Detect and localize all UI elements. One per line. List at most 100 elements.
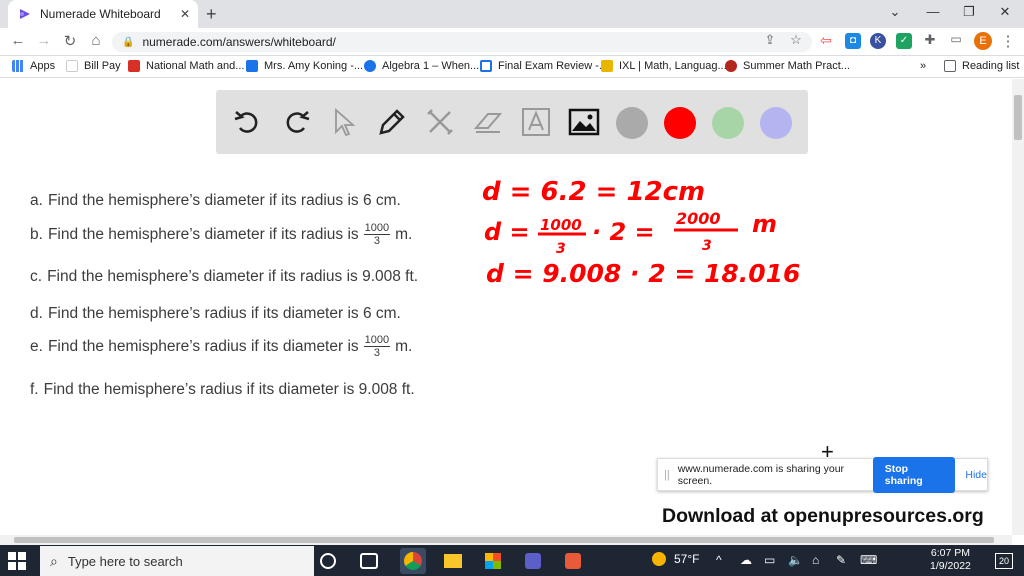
color-swatch-red[interactable] <box>664 107 696 139</box>
undo-icon[interactable] <box>232 106 264 138</box>
back-icon[interactable]: ← <box>8 32 28 49</box>
address-bar[interactable]: 🔒 numerade.com/answers/whiteboard/ <box>112 32 812 52</box>
windows-start-icon[interactable] <box>8 552 26 570</box>
microsoft-store-icon[interactable] <box>480 548 506 574</box>
keyboard-icon[interactable]: ⌨ <box>860 553 877 567</box>
minimize-icon[interactable]: — <box>918 4 948 19</box>
pen-icon[interactable] <box>376 106 408 138</box>
file-explorer-icon[interactable] <box>440 548 466 574</box>
close-window-icon[interactable]: ✕ <box>990 4 1020 20</box>
calendar-icon <box>246 60 258 72</box>
extension-check-icon[interactable]: ✓ <box>896 33 912 49</box>
bookmark-national-math[interactable]: National Math and... <box>128 60 244 72</box>
sun-icon <box>652 552 666 566</box>
select-pointer-icon[interactable] <box>328 106 360 138</box>
restore-icon[interactable]: ❐ <box>954 4 984 20</box>
blank-page-icon <box>66 60 78 72</box>
tab-search-chevron-icon[interactable]: ⌄ <box>880 4 910 20</box>
bookmark-star-icon[interactable]: ☆ <box>786 32 806 48</box>
color-swatch-lavender[interactable] <box>760 107 792 139</box>
bookmark-amy-koning[interactable]: Mrs. Amy Koning -... <box>246 60 363 72</box>
globe-icon <box>725 60 737 72</box>
fraction: 1000 3 <box>363 222 391 248</box>
task-view-icon[interactable] <box>360 553 378 569</box>
bookmark-apps[interactable]: Apps <box>12 60 55 72</box>
onedrive-icon[interactable]: ☁ <box>740 553 752 567</box>
screen-share-bar: || www.numerade.com is sharing your scre… <box>657 456 988 493</box>
handwriting-line-2-mid: · 2 = <box>592 218 655 246</box>
notification-badge[interactable]: 20 <box>995 553 1013 569</box>
taskbar-search-box[interactable]: ⌕ Type here to search <box>40 546 314 576</box>
search-placeholder: Type here to search <box>67 553 183 569</box>
bookmark-final-exam[interactable]: Final Exam Review -... <box>480 60 608 72</box>
horizontal-scroll-thumb[interactable] <box>14 537 994 543</box>
clock-time: 6:07 PM <box>930 547 970 559</box>
close-tab-icon[interactable]: ✕ <box>180 7 190 21</box>
tools-icon[interactable] <box>424 106 456 138</box>
reload-icon[interactable]: ↻ <box>60 32 80 50</box>
url-text: numerade.com/answers/whiteboard/ <box>142 35 336 49</box>
tab-title: Numerade Whiteboard <box>40 7 161 21</box>
text-tool-icon[interactable] <box>520 106 552 138</box>
profile-avatar[interactable]: E <box>974 32 992 50</box>
drag-handle-icon[interactable]: || <box>664 469 670 481</box>
numerade-logo-icon <box>20 9 30 19</box>
problem-c: c. Find the hemisphere’s diameter if its … <box>30 268 419 285</box>
handwriting-frac-num: 1000 <box>540 216 582 234</box>
problem-e: e. Find the hemisphere’s radius if its di… <box>30 334 413 360</box>
problem-f: f. Find the hemisphere’s radius if its di… <box>30 381 415 398</box>
cast-icon[interactable]: ▭ <box>946 32 966 46</box>
pen-workspace-icon[interactable]: ✎ <box>836 553 846 567</box>
ixl-icon <box>601 60 613 72</box>
problem-b: b. Find the hemisphere’s diameter if its … <box>30 222 413 248</box>
chrome-taskbar-icon[interactable] <box>400 548 426 574</box>
stop-sharing-button[interactable]: Stop sharing <box>872 456 956 493</box>
handwriting-frac-num-2: 2000 <box>676 209 721 228</box>
problem-d: d. Find the hemisphere’s radius if its di… <box>30 305 401 322</box>
bookmark-summer-math[interactable]: Summer Math Pract... <box>725 60 850 72</box>
home-icon[interactable]: ⌂ <box>86 32 106 49</box>
watermark-text: Download at openupresources.org <box>662 505 984 527</box>
redo-icon[interactable] <box>280 106 312 138</box>
handwriting-unit: m <box>752 210 777 238</box>
menu-dots-icon[interactable]: ⋮ <box>998 32 1018 50</box>
reading-list-button[interactable]: Reading list <box>944 60 1019 72</box>
clock-date: 1/9/2022 <box>930 560 971 572</box>
vertical-scroll-thumb[interactable] <box>1014 95 1022 140</box>
vertical-scrollbar[interactable] <box>1012 79 1024 535</box>
bookmark-ixl[interactable]: IXL | Math, Languag... <box>601 60 727 72</box>
color-swatch-gray[interactable] <box>616 107 648 139</box>
bookmarks-overflow-icon[interactable]: » <box>920 60 926 72</box>
snipping-tool-icon[interactable] <box>560 548 586 574</box>
display-icon[interactable]: ▭ <box>764 553 775 567</box>
new-tab-icon[interactable]: + <box>206 4 217 25</box>
eraser-icon[interactable] <box>472 106 504 138</box>
reading-list-icon <box>944 60 956 72</box>
browser-tab[interactable]: Numerade Whiteboard ✕ <box>8 0 198 28</box>
color-swatch-green[interactable] <box>712 107 744 139</box>
volume-icon[interactable]: 🔈 <box>788 553 803 567</box>
handwriting-frac-den: 3 <box>556 241 566 257</box>
teams-icon[interactable] <box>520 548 546 574</box>
bookmark-algebra-1[interactable]: Algebra 1 – When... <box>364 60 479 72</box>
tray-chevron-icon[interactable]: ^ <box>716 553 722 567</box>
cortana-icon[interactable] <box>320 553 336 569</box>
bookmark-bill-pay[interactable]: Bill Pay <box>66 60 121 72</box>
extension-screenshot-icon[interactable]: ◘ <box>845 33 861 49</box>
lock-icon: 🔒 <box>122 36 135 48</box>
hide-button[interactable]: Hide <box>965 469 987 481</box>
weather-widget[interactable]: 57°F <box>652 552 699 566</box>
network-icon[interactable]: ⌂ <box>812 553 819 567</box>
extension-k-icon[interactable]: K <box>870 33 886 49</box>
search-icon: ⌕ <box>50 552 58 569</box>
taskbar-clock[interactable]: 6:07 PM 1/9/2022 <box>930 547 971 573</box>
image-tool-icon[interactable] <box>568 106 600 138</box>
extension-arrow-icon[interactable]: ⇦ <box>818 33 834 49</box>
doc-icon <box>480 60 492 72</box>
extensions-puzzle-icon[interactable]: ✚ <box>920 32 940 48</box>
share-icon[interactable]: ⇪ <box>760 32 780 48</box>
forward-icon[interactable]: → <box>34 32 54 49</box>
handwriting-line-2-lhs: d = <box>484 218 530 246</box>
problem-a: a. Find the hemisphere’s diameter if its … <box>30 192 401 209</box>
handwriting-frac-den-2: 3 <box>702 238 712 254</box>
